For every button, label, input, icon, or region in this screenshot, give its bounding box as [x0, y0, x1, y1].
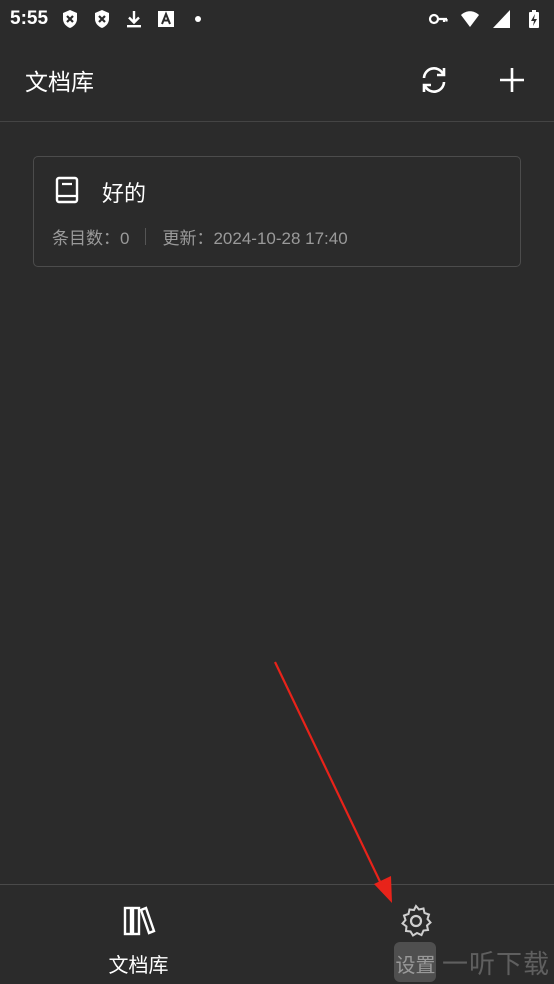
document-count: 条目数：0	[52, 229, 130, 248]
annotation-arrow	[274, 661, 392, 903]
add-icon	[500, 67, 524, 92]
wifi-icon	[460, 9, 480, 29]
watermark-logo-icon	[394, 942, 436, 982]
document-updated: 更新：2024-10-28 17:40	[162, 229, 348, 248]
document-meta: 条目数：0 更新：2024-10-28 17:40	[52, 224, 504, 249]
app-bar: 文档库	[0, 38, 554, 122]
watermark: 一听下载	[394, 942, 550, 982]
font-a-icon	[156, 9, 176, 29]
library-icon	[121, 903, 157, 943]
status-left: 5:55	[10, 8, 208, 30]
app-actions	[416, 62, 530, 98]
sync-icon	[422, 66, 446, 93]
vpn-key-icon	[428, 9, 448, 29]
nav-item-library[interactable]: 文档库	[0, 885, 277, 984]
book-icon	[52, 175, 82, 209]
nav-label-library: 文档库	[108, 953, 169, 977]
document-card-header: 好的	[52, 175, 504, 209]
sync-button[interactable]	[416, 62, 452, 98]
page-title: 文档库	[25, 69, 94, 96]
dot-icon	[188, 9, 208, 29]
document-card[interactable]: 好的 条目数：0 更新：2024-10-28 17:40	[33, 156, 521, 267]
status-time: 5:55	[10, 8, 49, 29]
meta-divider	[145, 228, 147, 245]
add-button[interactable]	[494, 62, 530, 98]
gear-icon	[398, 903, 434, 943]
signal-icon	[492, 9, 512, 29]
document-title: 好的	[102, 182, 147, 207]
shield-x-icon	[92, 9, 112, 29]
download-icon	[124, 9, 144, 29]
status-bar: 5:55	[0, 0, 554, 38]
status-right	[428, 9, 544, 29]
shield-x-icon	[60, 9, 80, 29]
battery-charging-icon	[524, 9, 544, 29]
watermark-text: 一听下载	[442, 949, 551, 980]
